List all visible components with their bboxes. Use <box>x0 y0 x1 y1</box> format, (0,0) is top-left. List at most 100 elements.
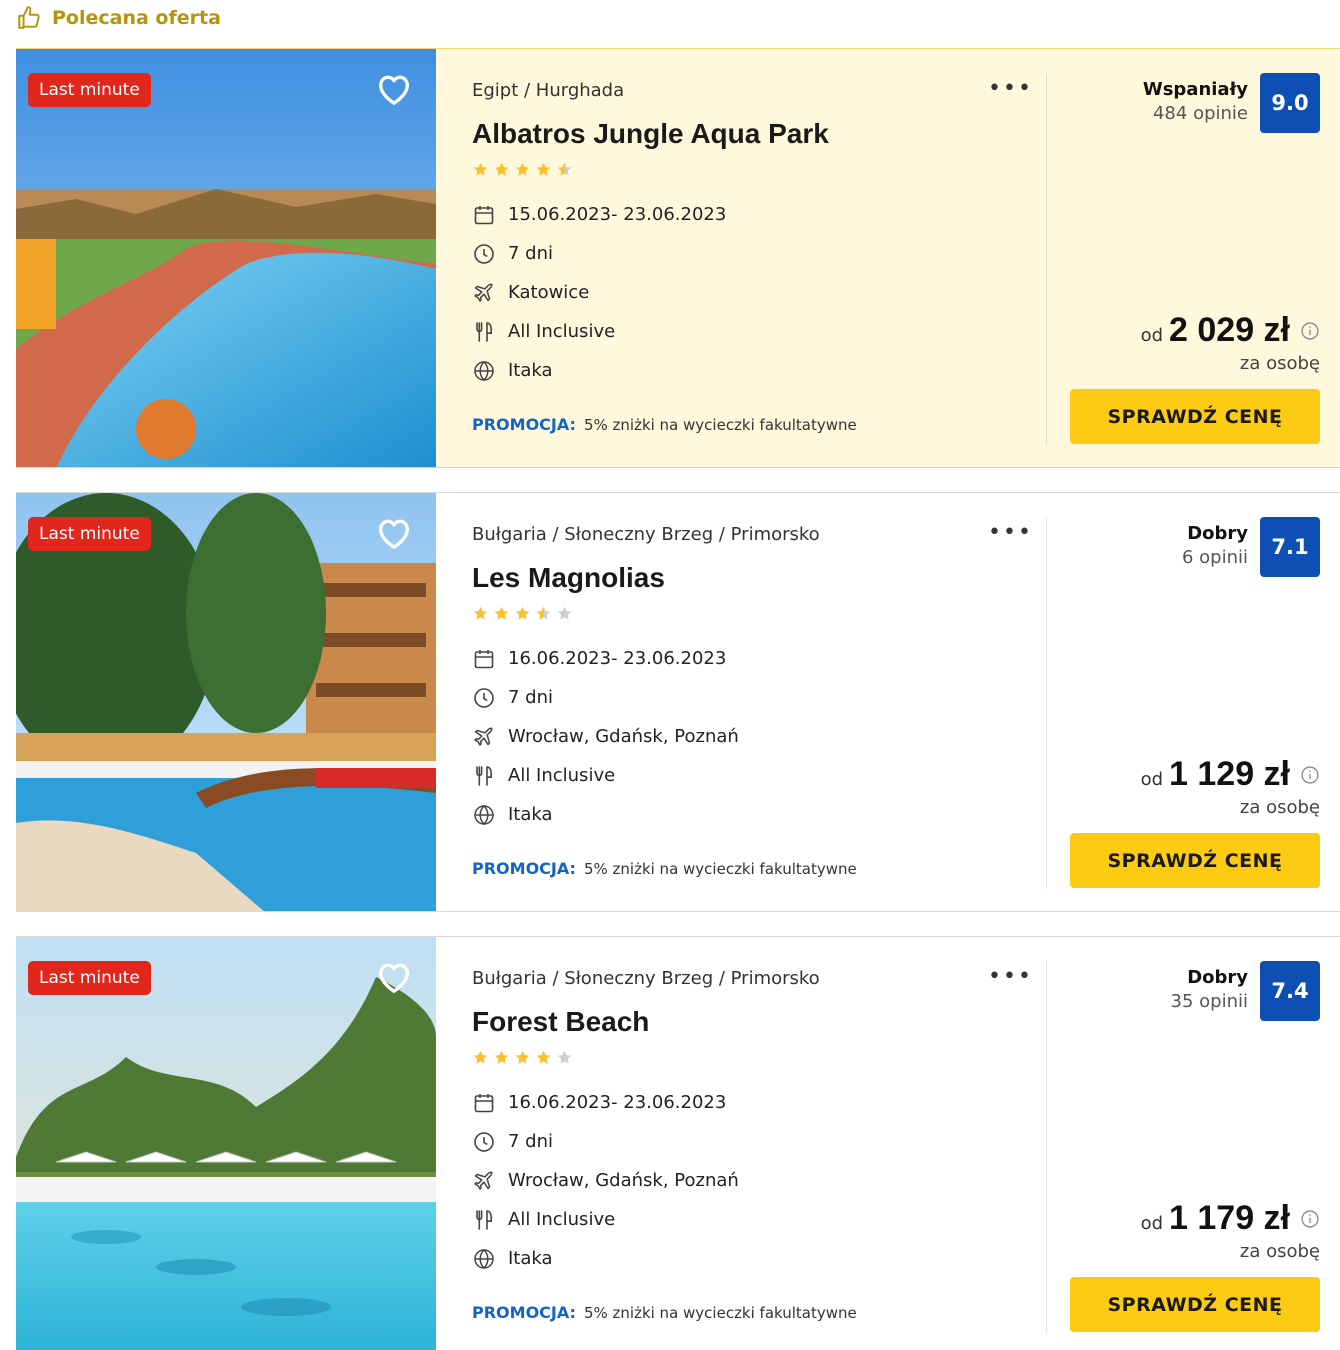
star-icon <box>494 606 509 620</box>
cutlery-icon <box>476 1209 492 1230</box>
offer-location[interactable]: Egipt / Hurghada <box>472 77 1046 105</box>
rating-word: Dobry <box>1187 967 1248 988</box>
calendar-icon <box>474 205 494 224</box>
price-prefix: od <box>1140 1213 1164 1234</box>
offer-card[interactable]: Last minute Bułgaria / Słoneczny Brzeg /… <box>16 492 1340 912</box>
star-icon <box>494 1050 509 1064</box>
cutlery-icon <box>476 765 492 786</box>
more-dots-icon[interactable]: ••• <box>988 522 1033 544</box>
feature-board: All Inclusive <box>472 756 1046 795</box>
check-price-button[interactable]: SPRAWDŹ CENĘ <box>1070 833 1320 888</box>
feature-operator-text: Itaka <box>508 804 553 825</box>
offer-card[interactable]: Last minute Bułgaria / Słoneczny Brzeg /… <box>16 936 1340 1350</box>
heart-icon[interactable] <box>374 69 414 109</box>
plane-icon <box>474 726 493 746</box>
feature-duration: 7 dni <box>472 678 1046 717</box>
offer-info: Bułgaria / Słoneczny Brzeg / Primorsko •… <box>436 493 1046 911</box>
feature-duration: 7 dni <box>472 234 1046 273</box>
review-count[interactable]: 6 opinii <box>1182 547 1248 568</box>
rating-score-badge: 7.1 <box>1260 517 1320 577</box>
hotel-name[interactable]: Albatros Jungle Aqua Park <box>472 117 1046 151</box>
star-icon <box>557 1050 572 1064</box>
feature-operator: Itaka <box>472 351 1046 390</box>
feature-dates: 16.06.2023- 23.06.2023 <box>472 1083 1046 1122</box>
feature-board-text: All Inclusive <box>508 321 616 342</box>
more-dots-icon[interactable]: ••• <box>988 78 1033 100</box>
star-icon <box>515 162 530 176</box>
featured-offer-header: Polecana oferta <box>16 4 221 32</box>
offer-location[interactable]: Bułgaria / Słoneczny Brzeg / Primorsko <box>472 521 1046 549</box>
hotel-photo[interactable]: Last minute <box>16 493 436 911</box>
promo-line: PROMOCJA: 5% zniżki na wycieczki fakulta… <box>472 1303 857 1322</box>
feature-board-text: All Inclusive <box>508 765 616 786</box>
hotel-name[interactable]: Les Magnolias <box>472 561 1046 595</box>
star-icon <box>473 1050 488 1064</box>
hotel-stars <box>472 161 1046 181</box>
more-dots-icon[interactable]: ••• <box>988 966 1033 988</box>
rating-word: Dobry <box>1187 523 1248 544</box>
star-icon <box>557 606 572 620</box>
promo-label: PROMOCJA: <box>472 859 576 878</box>
feature-duration-text: 7 dni <box>508 1131 554 1152</box>
info-icon[interactable] <box>1300 321 1320 341</box>
clock-icon <box>474 243 494 264</box>
feature-dates-text: 16.06.2023- 23.06.2023 <box>508 648 727 669</box>
cutlery-icon <box>476 321 492 342</box>
price-prefix: od <box>1140 325 1164 346</box>
feature-operator-text: Itaka <box>508 1248 553 1269</box>
last-minute-badge: Last minute <box>28 961 151 995</box>
price-per-person: za osobę <box>1239 1241 1320 1262</box>
hotel-photo[interactable]: Last minute <box>16 49 436 467</box>
hotel-stars <box>472 605 1046 625</box>
star-icon <box>536 162 551 176</box>
heart-icon[interactable] <box>374 513 414 553</box>
price-column: Dobry 6 opinii 7.1 od 1 129 zł za osobę … <box>1047 493 1340 911</box>
check-price-button[interactable]: SPRAWDŹ CENĘ <box>1070 389 1320 444</box>
feature-departure-text: Wrocław, Gdańsk, Poznań <box>508 726 739 747</box>
feature-operator-text: Itaka <box>508 360 553 381</box>
info-icon[interactable] <box>1300 1209 1320 1229</box>
rating-word: Wspaniały <box>1142 79 1248 100</box>
price-per-person: za osobę <box>1239 353 1320 374</box>
check-price-button[interactable]: SPRAWDŹ CENĘ <box>1070 1277 1320 1332</box>
feature-departure: Wrocław, Gdańsk, Poznań <box>472 717 1046 756</box>
info-icon[interactable] <box>1300 765 1320 785</box>
feature-duration-text: 7 dni <box>508 243 554 264</box>
hotel-photo-scene <box>16 49 436 467</box>
feature-dates: 16.06.2023- 23.06.2023 <box>472 639 1046 678</box>
offer-features: 16.06.2023- 23.06.2023 7 dni Wrocław, Gd… <box>472 1083 1046 1278</box>
offer-location[interactable]: Bułgaria / Słoneczny Brzeg / Primorsko <box>472 965 1046 993</box>
globe-icon <box>474 1248 494 1269</box>
hotel-photo[interactable]: Last minute <box>16 937 436 1350</box>
review-count[interactable]: 35 opinii <box>1171 991 1248 1012</box>
star-icon <box>557 162 572 176</box>
price-per-person: za osobę <box>1239 797 1320 818</box>
calendar-icon <box>474 1093 494 1112</box>
hotel-photo-scene <box>16 937 436 1350</box>
offer-features: 15.06.2023- 23.06.2023 7 dni Katowice Al… <box>472 195 1046 390</box>
price-row: od 1 179 zł <box>1141 1199 1320 1238</box>
globe-icon <box>474 360 494 381</box>
plane-icon <box>474 282 493 302</box>
promo-line: PROMOCJA: 5% zniżki na wycieczki fakulta… <box>472 859 857 878</box>
feature-departure-text: Wrocław, Gdańsk, Poznań <box>508 1170 739 1191</box>
review-count[interactable]: 484 opinie <box>1153 103 1248 124</box>
star-icon <box>494 162 509 176</box>
thumbs-up-icon <box>18 6 40 29</box>
price-value: 1 179 zł <box>1169 1199 1290 1237</box>
offer-card[interactable]: Last minute Egipt / Hurghada ••• Albatro… <box>16 48 1340 468</box>
feature-departure: Wrocław, Gdańsk, Poznań <box>472 1161 1046 1200</box>
price-column: Dobry 35 opinii 7.4 od 1 179 zł za osobę… <box>1047 937 1340 1350</box>
rating-score-badge: 9.0 <box>1260 73 1320 133</box>
price-prefix: od <box>1140 769 1164 790</box>
price-column: Wspaniały 484 opinie 9.0 od 2 029 zł za … <box>1047 49 1340 467</box>
heart-icon[interactable] <box>374 957 414 997</box>
hotel-photo-scene <box>16 493 436 911</box>
star-icon <box>536 1050 551 1064</box>
star-icon <box>536 606 551 620</box>
calendar-icon <box>474 649 494 668</box>
price-value: 2 029 zł <box>1169 311 1290 349</box>
hotel-name[interactable]: Forest Beach <box>472 1005 1046 1039</box>
feature-operator: Itaka <box>472 795 1046 834</box>
feature-board: All Inclusive <box>472 312 1046 351</box>
